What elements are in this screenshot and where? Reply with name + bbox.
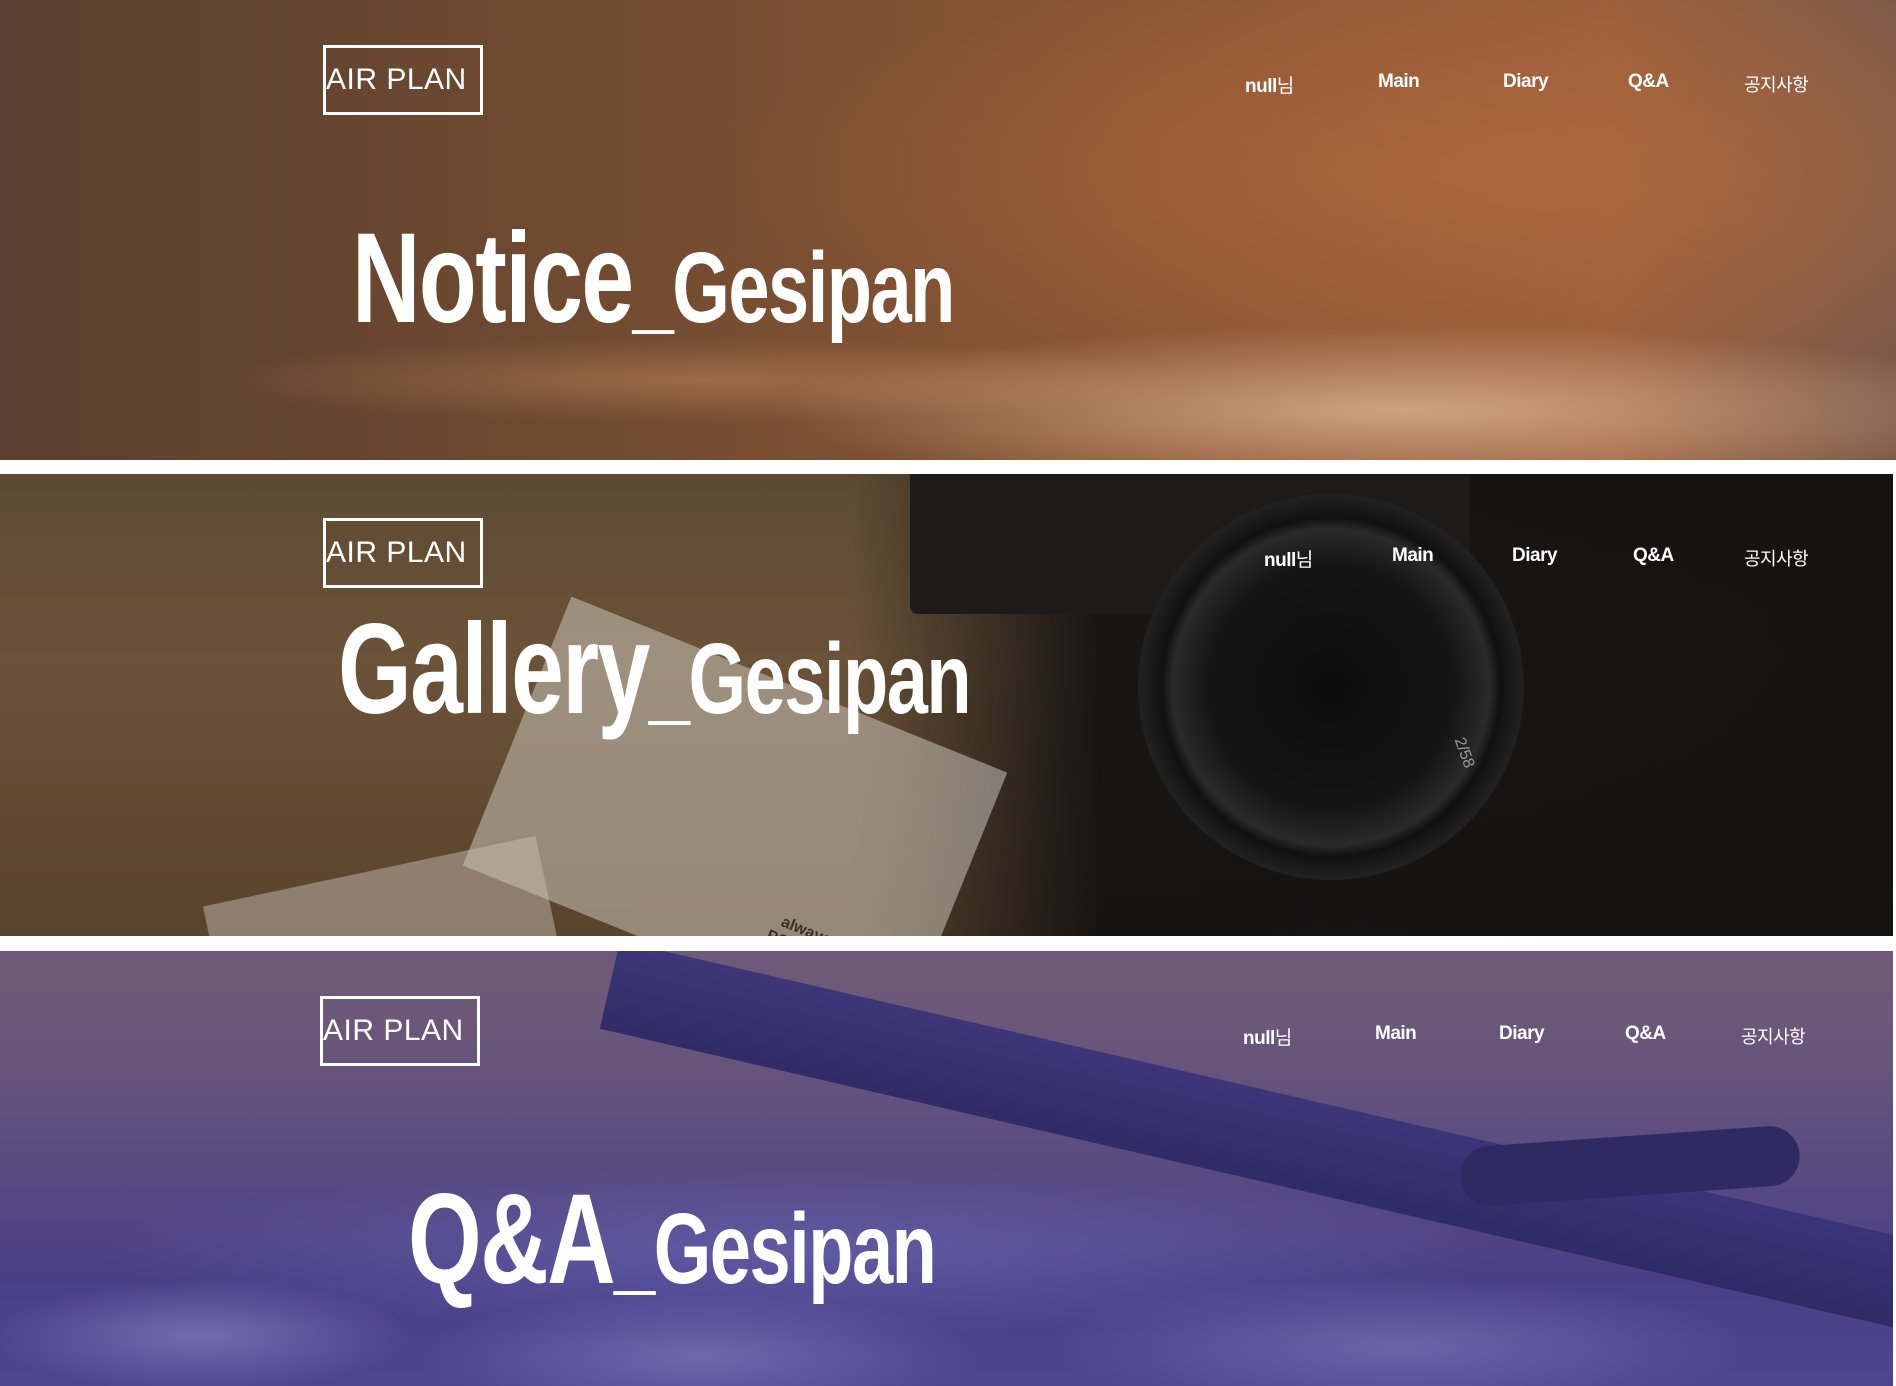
page-title: Notice_Gesipan [352, 205, 956, 352]
title-sub: _Gesipan [648, 623, 972, 735]
nav-user-suffix: 님 [1295, 549, 1313, 571]
title-main: Q&A [408, 1168, 616, 1311]
nav-diary[interactable]: Diary [1499, 1023, 1545, 1045]
nav-user[interactable]: null님 [1245, 71, 1294, 98]
nav-notice[interactable]: 공지사항 [1744, 545, 1809, 571]
nav-main[interactable]: Main [1375, 1023, 1417, 1045]
qa-banner: AIR PLAN null님 Main Diary Q&A 공지사항 Q&A_G… [0, 951, 1893, 1386]
logo[interactable]: AIR PLAN [323, 45, 483, 115]
nav-notice[interactable]: 공지사항 [1744, 71, 1809, 97]
nav-notice[interactable]: 공지사항 [1741, 1023, 1806, 1049]
lens-text: 2/58 [1450, 735, 1478, 771]
title-main: Gallery [338, 598, 650, 741]
photo-caption-line: always smile! [770, 910, 881, 936]
logo-text: AIR PLAN [326, 536, 467, 569]
nav-diary[interactable]: Diary [1512, 545, 1558, 567]
nav-main[interactable]: Main [1392, 545, 1434, 567]
title-main: Notice [352, 207, 634, 350]
nav-user-suffix: 님 [1274, 1027, 1292, 1049]
nav-user[interactable]: null님 [1264, 545, 1313, 572]
logo-text: AIR PLAN [323, 1014, 464, 1047]
page-title: Q&A_Gesipan [408, 1166, 937, 1313]
nav-user[interactable]: null님 [1243, 1023, 1292, 1050]
nav-user-name: null [1245, 76, 1277, 97]
camera-lens-decor: 2/58 [1138, 494, 1524, 880]
nav-qa[interactable]: Q&A [1633, 545, 1674, 567]
nav-user-name: null [1264, 550, 1296, 571]
title-sub: _Gesipan [614, 1193, 937, 1305]
logo[interactable]: AIR PLAN [320, 996, 480, 1066]
nav-user-name: null [1243, 1028, 1275, 1049]
nav-qa[interactable]: Q&A [1625, 1023, 1666, 1045]
nav-main[interactable]: Main [1378, 71, 1420, 93]
title-sub: _Gesipan [632, 232, 956, 344]
photo-caption: always smile! PONY BROWN [764, 910, 881, 936]
nav-qa[interactable]: Q&A [1628, 71, 1669, 93]
notice-banner: AIR PLAN null님 Main Diary Q&A 공지사항 Notic… [0, 0, 1896, 460]
logo-text: AIR PLAN [326, 63, 467, 96]
page-title: Gallery_Gesipan [338, 596, 972, 743]
nav-user-suffix: 님 [1276, 75, 1294, 97]
gallery-banner: always smile! PONY BROWN 2/58 AIR PLAN n… [0, 474, 1893, 936]
logo[interactable]: AIR PLAN [323, 518, 483, 588]
nav-diary[interactable]: Diary [1503, 71, 1549, 93]
